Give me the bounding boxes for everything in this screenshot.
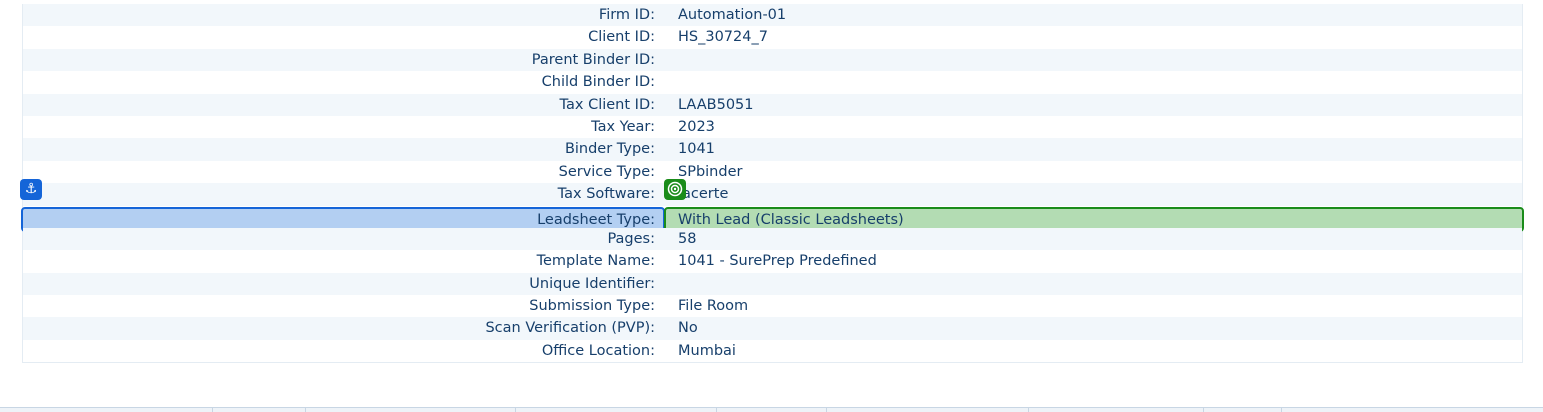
detail-row-binder-type: Binder Type: 1041 bbox=[23, 138, 1522, 161]
detail-row-firm-id: Firm ID: Automation-01 bbox=[23, 4, 1522, 27]
detail-label: Tax Client ID: bbox=[559, 96, 655, 113]
detail-label: Template Name: bbox=[536, 253, 655, 270]
detail-value: File Room bbox=[678, 298, 749, 315]
detail-label: Firm ID: bbox=[598, 7, 655, 23]
detail-row-tax-year: Tax Year: 2023 bbox=[23, 115, 1522, 139]
detail-label: Office Location: bbox=[541, 342, 655, 359]
detail-value: Automation-01 bbox=[678, 7, 787, 23]
detail-row-leadsheet-type[interactable]: Leadsheet Type: With Lead (Classic Leads… bbox=[21, 205, 1524, 232]
detail-value: SPbinder bbox=[678, 163, 743, 180]
detail-label: Service Type: bbox=[558, 163, 655, 180]
divider bbox=[826, 408, 827, 412]
divider bbox=[515, 408, 516, 412]
detail-value: No bbox=[678, 320, 698, 337]
divider bbox=[305, 408, 306, 412]
target-icon[interactable] bbox=[664, 179, 686, 200]
detail-row-office-location: Office Location: Mumbai bbox=[23, 339, 1522, 363]
detail-label: Child Binder ID: bbox=[541, 74, 655, 91]
detail-value: 58 bbox=[678, 230, 697, 247]
divider bbox=[1281, 408, 1282, 412]
detail-value: 2023 bbox=[678, 118, 715, 135]
detail-value: 1041 bbox=[678, 141, 715, 158]
detail-row-parent-binder-id: Parent Binder ID: bbox=[23, 48, 1522, 72]
detail-label: Client ID: bbox=[588, 29, 655, 46]
detail-row-child-binder-id: Child Binder ID: bbox=[23, 71, 1522, 94]
detail-row-unique-identifier: Unique Identifier: bbox=[23, 272, 1522, 296]
detail-row-pages: Pages: 58 bbox=[23, 227, 1522, 251]
bottom-toolbar-edge bbox=[0, 407, 1543, 412]
divider bbox=[716, 408, 717, 412]
divider bbox=[212, 408, 213, 412]
detail-label: Tax Software: bbox=[557, 186, 655, 203]
detail-value: 1041 - SurePrep Predefined bbox=[678, 253, 877, 270]
detail-row-tax-software: Tax Software: lacerte bbox=[23, 183, 1522, 206]
detail-label: Unique Identifier: bbox=[529, 275, 655, 292]
detail-row-scan-verification: Scan Verification (PVP): No bbox=[23, 317, 1522, 340]
binder-details-table: Firm ID: Automation-01 Client ID: HS_307… bbox=[21, 4, 1524, 364]
detail-row-template-name: Template Name: 1041 - SurePrep Predefine… bbox=[23, 250, 1522, 273]
detail-row-service-type: Service Type: SPbinder bbox=[23, 160, 1522, 184]
detail-value: LAAB5051 bbox=[678, 96, 754, 113]
detail-label: Parent Binder ID: bbox=[531, 51, 655, 68]
detail-label: Submission Type: bbox=[529, 298, 655, 315]
detail-label: Scan Verification (PVP): bbox=[485, 320, 655, 337]
divider bbox=[1203, 408, 1204, 412]
detail-label: Binder Type: bbox=[564, 141, 655, 158]
detail-row-tax-client-id: Tax Client ID: LAAB5051 bbox=[23, 93, 1522, 116]
detail-row-submission-type: Submission Type: File Room bbox=[23, 295, 1522, 318]
detail-label: Tax Year: bbox=[591, 118, 655, 135]
detail-label: Pages: bbox=[607, 230, 655, 247]
detail-value: HS_30724_7 bbox=[678, 29, 768, 46]
anchor-icon[interactable]: ⚓ bbox=[20, 179, 42, 200]
detail-row-client-id: Client ID: HS_30724_7 bbox=[23, 26, 1522, 49]
detail-value: Mumbai bbox=[678, 342, 736, 359]
divider bbox=[1028, 408, 1029, 412]
